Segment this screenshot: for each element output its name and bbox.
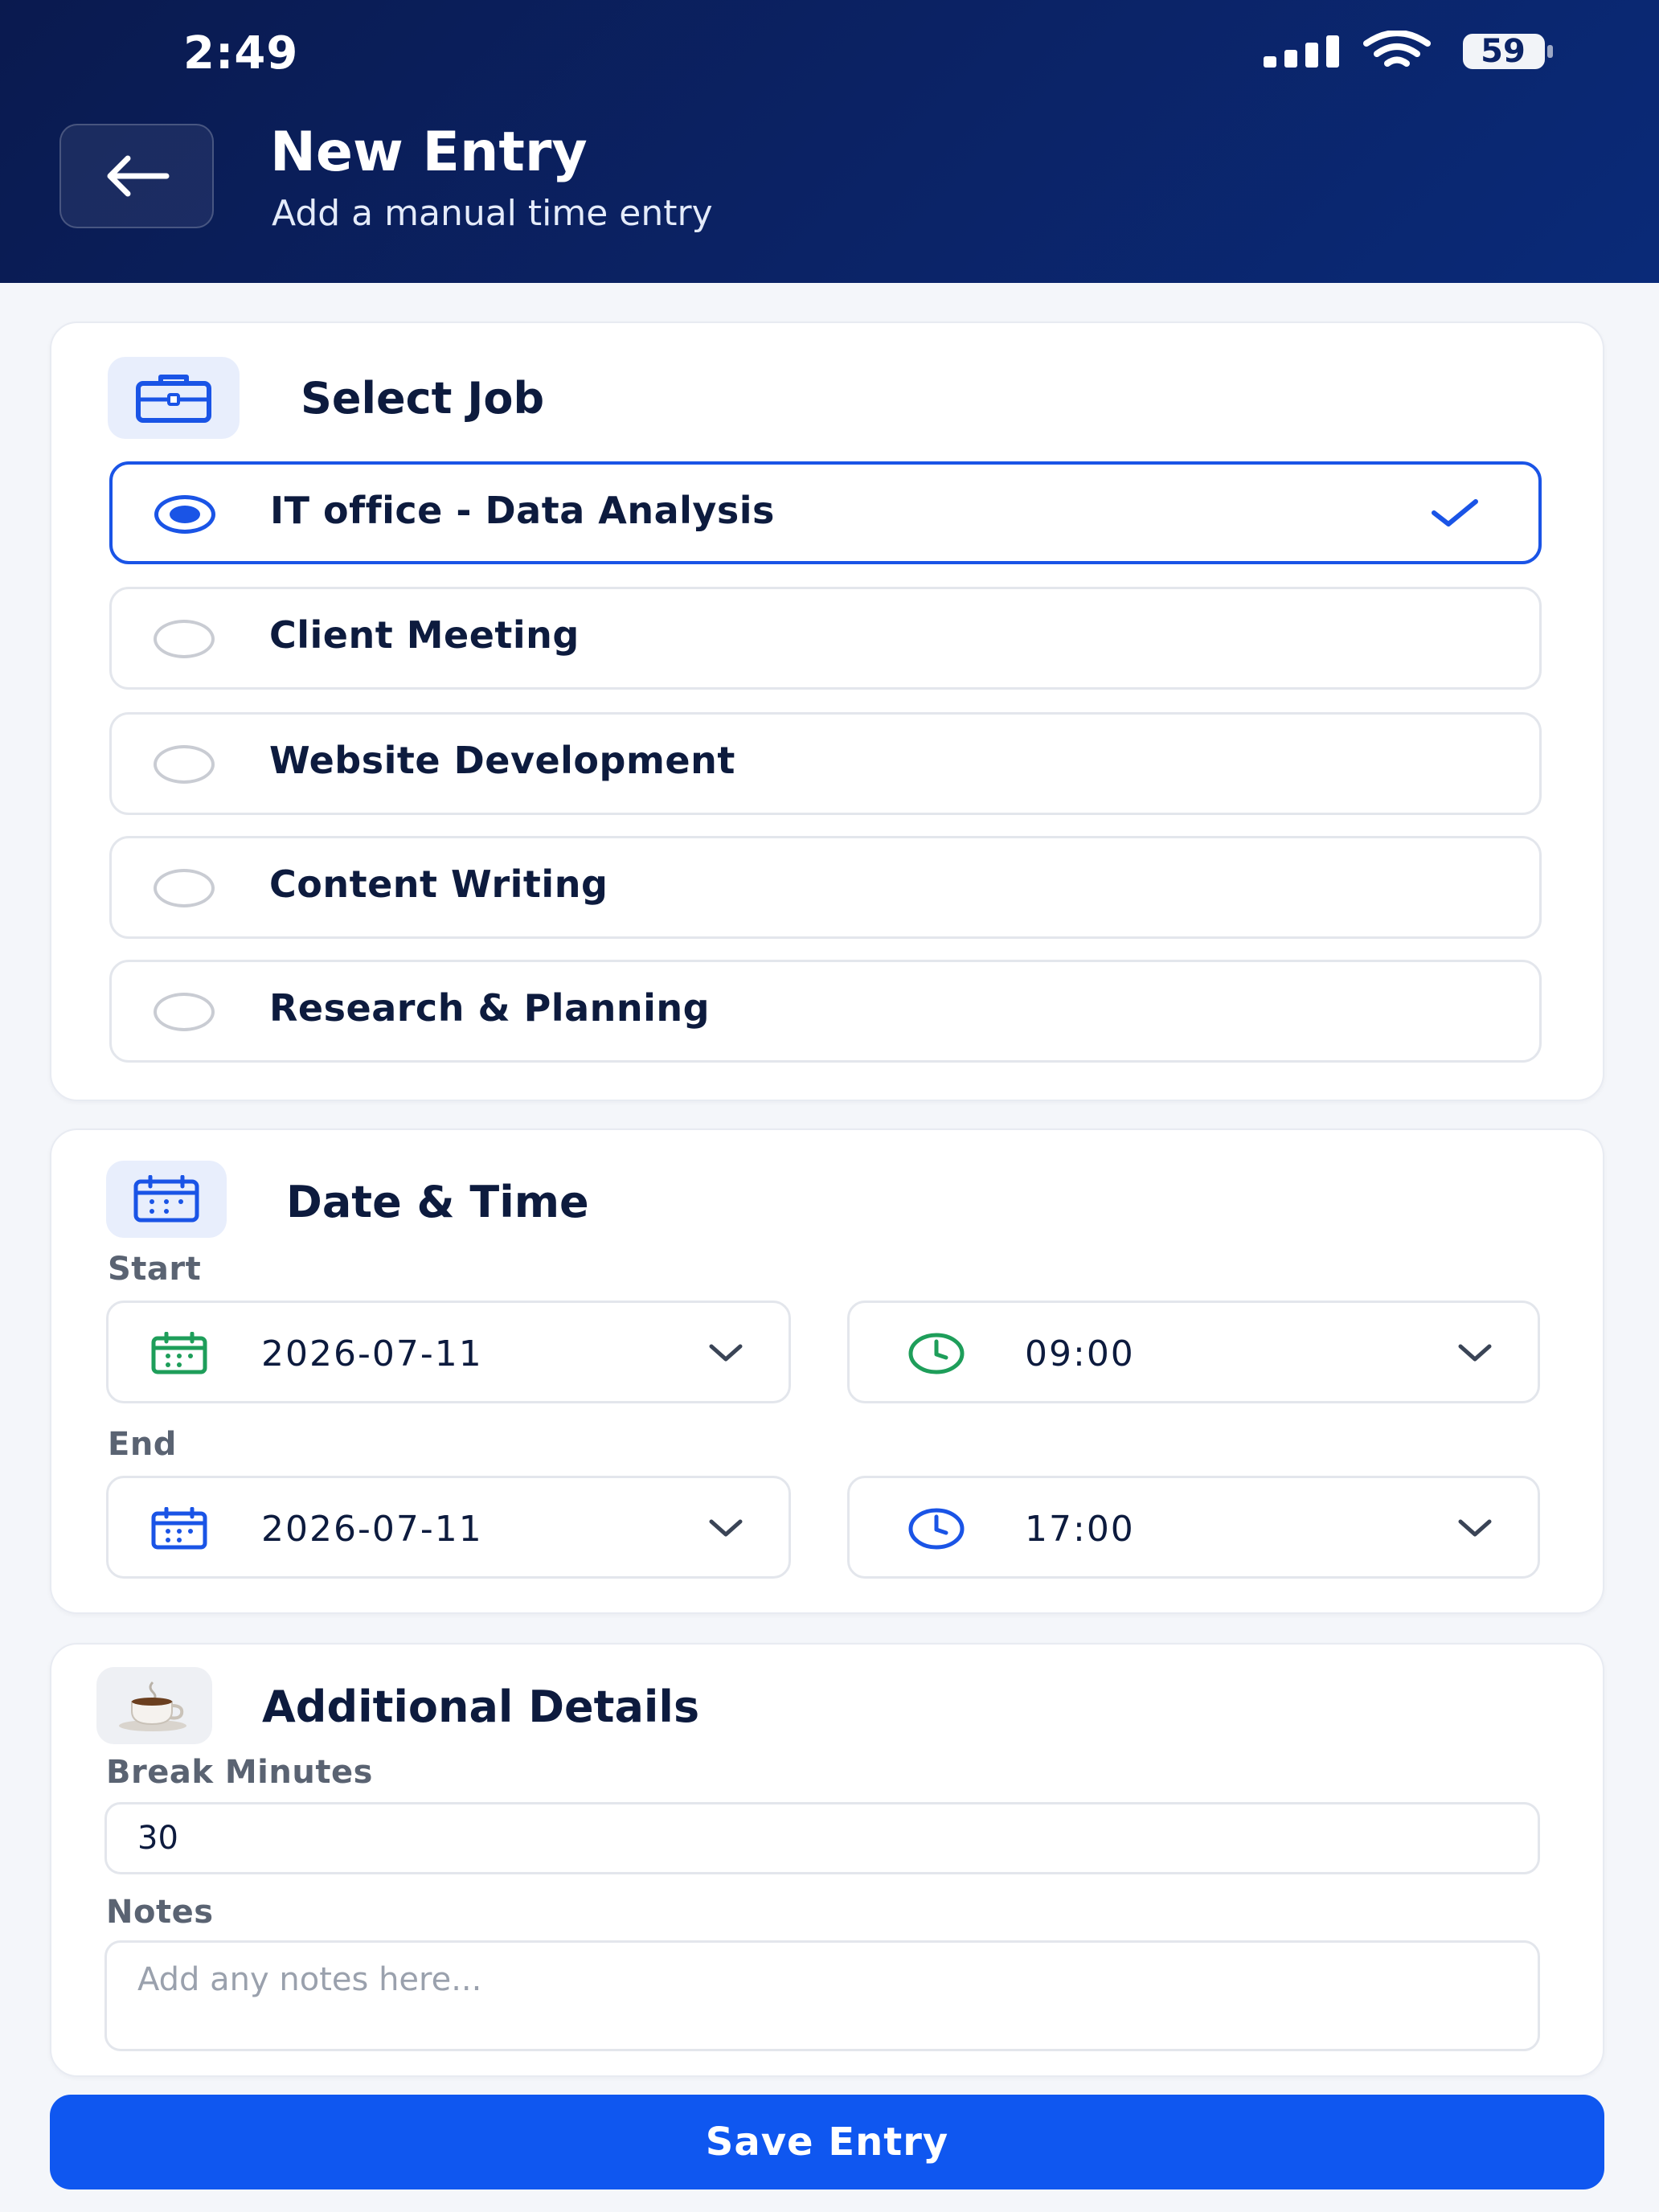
start-time-value: 09:00 xyxy=(1025,1333,1135,1374)
battery-icon: 59 xyxy=(1461,32,1555,71)
additional-details-card: Additional Details Break Minutes Notes xyxy=(50,1643,1604,2077)
end-time-value: 17:00 xyxy=(1025,1509,1135,1550)
start-date-picker[interactable]: 2026-07-11 xyxy=(106,1301,791,1403)
end-date-picker[interactable]: 2026-07-11 xyxy=(106,1476,791,1579)
wifi-icon xyxy=(1363,31,1431,67)
job-option-label: Website Development xyxy=(269,739,735,782)
select-job-card: Select Job IT office - Data Analysis Cli… xyxy=(50,322,1604,1101)
additional-details-title: Additional Details xyxy=(262,1682,700,1732)
back-arrow-icon xyxy=(107,155,170,197)
calendar-icon xyxy=(151,1332,207,1374)
save-entry-button[interactable]: Save Entry xyxy=(50,2095,1604,2189)
clock-icon xyxy=(908,1333,965,1374)
job-option-it-office-data-analysis[interactable]: IT office - Data Analysis xyxy=(109,461,1542,564)
radio-unselected xyxy=(154,745,215,784)
back-button[interactable] xyxy=(59,124,214,228)
chevron-down-icon xyxy=(1458,1519,1492,1537)
break-minutes-label: Break Minutes xyxy=(106,1754,373,1791)
page-title: New Entry xyxy=(270,121,588,184)
notes-textarea[interactable] xyxy=(104,1940,1540,2051)
job-option-label: Content Writing xyxy=(269,862,608,906)
break-minutes-input[interactable] xyxy=(104,1802,1540,1874)
job-option-client-meeting[interactable]: Client Meeting xyxy=(109,587,1542,690)
radio-selected xyxy=(154,495,215,534)
chevron-down-icon xyxy=(709,1519,743,1537)
select-job-title: Select Job xyxy=(301,373,545,424)
chevron-down-icon xyxy=(1458,1344,1492,1362)
end-date-value: 2026-07-11 xyxy=(261,1509,483,1550)
job-option-website-development[interactable]: Website Development xyxy=(109,712,1542,815)
chevron-down-icon xyxy=(709,1344,743,1362)
battery-level: 59 xyxy=(1481,33,1526,70)
coffee-cup-icon xyxy=(119,1681,186,1731)
end-label: End xyxy=(108,1426,177,1463)
start-label: Start xyxy=(108,1251,202,1288)
clock-icon xyxy=(908,1508,965,1550)
job-option-research-planning[interactable]: Research & Planning xyxy=(109,960,1542,1063)
date-time-card: Date & Time Start 2026-07-11 09:00 End 2… xyxy=(50,1129,1604,1614)
radio-unselected xyxy=(154,993,215,1031)
calendar-icon xyxy=(151,1507,207,1550)
briefcase-icon-tile xyxy=(108,357,240,439)
job-option-label: Client Meeting xyxy=(269,613,580,657)
check-icon xyxy=(1432,499,1478,526)
status-time: 2:49 xyxy=(183,27,299,80)
radio-unselected xyxy=(154,869,215,907)
calendar-icon-tile xyxy=(106,1161,227,1238)
cellular-signal-icon xyxy=(1264,35,1339,68)
page-subtitle: Add a manual time entry xyxy=(272,193,713,234)
end-time-picker[interactable]: 17:00 xyxy=(847,1476,1540,1579)
job-option-label: IT office - Data Analysis xyxy=(270,489,775,532)
coffee-icon-tile xyxy=(96,1667,212,1744)
briefcase-icon xyxy=(136,375,211,423)
job-option-content-writing[interactable]: Content Writing xyxy=(109,836,1542,939)
notes-label: Notes xyxy=(106,1894,214,1931)
start-time-picker[interactable]: 09:00 xyxy=(847,1301,1540,1403)
job-option-label: Research & Planning xyxy=(269,986,711,1030)
start-date-value: 2026-07-11 xyxy=(261,1333,483,1374)
app-header: 2:49 59 New Entry Add a manual time entr… xyxy=(0,0,1659,283)
radio-unselected xyxy=(154,620,215,658)
date-time-title: Date & Time xyxy=(286,1177,589,1227)
calendar-icon xyxy=(133,1175,199,1223)
